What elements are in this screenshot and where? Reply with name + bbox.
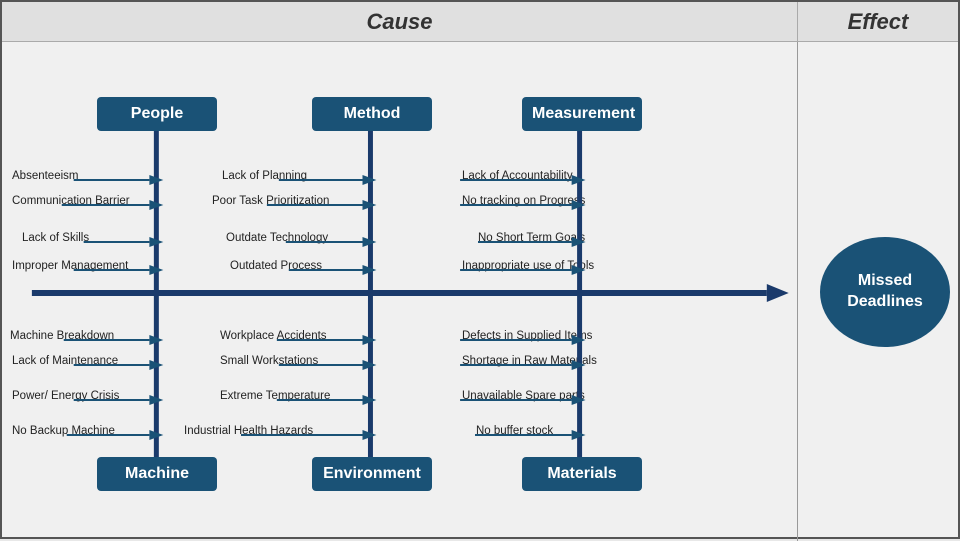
shortage-raw-label: Shortage in Raw Materials — [462, 355, 597, 367]
communication-barrier-label: Communication Barrier — [12, 195, 130, 207]
header-row: Cause Effect — [2, 2, 958, 42]
power-crisis-label: Power/ Energy Crisis — [12, 390, 119, 402]
poor-task-label: Poor Task Prioritization — [212, 195, 329, 207]
materials-category: Materials — [522, 457, 642, 491]
effect-ellipse: Missed Deadlines — [820, 237, 950, 347]
no-buffer-stock-label: No buffer stock — [476, 425, 553, 437]
small-workstations-label: Small Workstations — [220, 355, 318, 367]
main-area: People Method Measurement Machine Enviro… — [2, 42, 958, 541]
absenteeism-label: Absenteeism — [12, 170, 78, 182]
inappropriate-tools-label: Inappropriate use of Tools — [462, 260, 594, 272]
machine-category: Machine — [97, 457, 217, 491]
industrial-hazards-label: Industrial Health Hazards — [184, 425, 313, 437]
outdate-tech-label: Outdate Technology — [226, 232, 328, 244]
improper-management-label: Improper Management — [12, 260, 128, 272]
no-backup-label: No Backup Machine — [12, 425, 115, 437]
no-short-goals-label: No Short Term Goals — [478, 232, 585, 244]
measurement-category: Measurement — [522, 97, 642, 131]
workplace-accidents-label: Workplace Accidents — [220, 330, 327, 342]
defects-supplied-label: Defects in Supplied Items — [462, 330, 592, 342]
outdated-process-label: Outdated Process — [230, 260, 322, 272]
lack-skills-label: Lack of Skills — [22, 232, 89, 244]
machine-breakdown-label: Machine Breakdown — [10, 330, 114, 342]
unavailable-spare-label: Unavailable Spare parts — [462, 390, 585, 402]
lack-maintenance-label: Lack of Maintenance — [12, 355, 118, 367]
diagram-container: Cause Effect — [0, 0, 960, 539]
environment-category: Environment — [312, 457, 432, 491]
lack-accountability-label: Lack of Accountability — [462, 170, 573, 182]
effect-header: Effect — [798, 2, 958, 41]
extreme-temp-label: Extreme Temperature — [220, 390, 330, 402]
cause-header: Cause — [2, 2, 798, 41]
no-tracking-label: No tracking on Progress — [462, 195, 585, 207]
lack-planning-label: Lack of Planning — [222, 170, 307, 182]
method-category: Method — [312, 97, 432, 131]
vertical-divider — [797, 42, 798, 541]
people-category: People — [97, 97, 217, 131]
